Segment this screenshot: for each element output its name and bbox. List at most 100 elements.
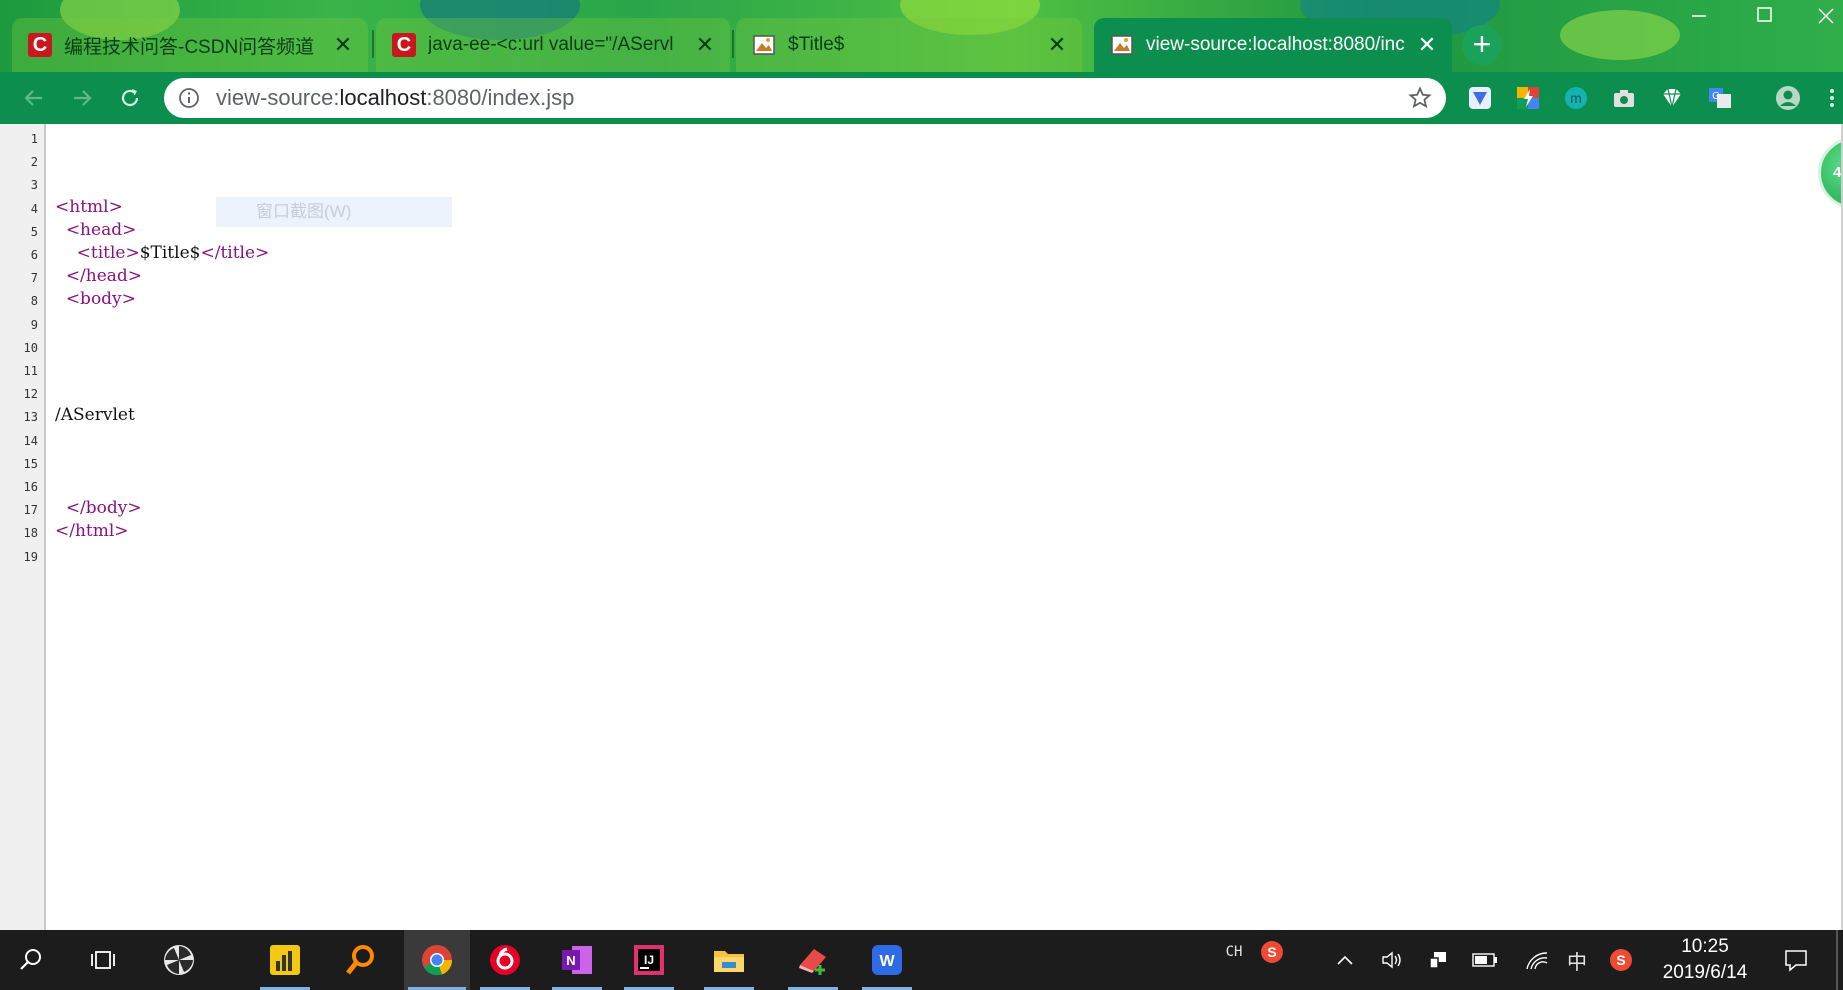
svg-text:S: S: [1616, 952, 1625, 968]
search-icon[interactable]: [2, 930, 60, 990]
floating-assistant-ball[interactable]: 46: [1818, 137, 1843, 209]
source-line: /AServlet: [55, 405, 135, 425]
bookmark-star-icon[interactable]: [1408, 86, 1432, 110]
line-number: 7: [30, 271, 38, 286]
show-desktop-button[interactable]: [1836, 930, 1838, 990]
line-number: 10: [23, 340, 38, 355]
tab-title: $Title$: [788, 34, 845, 55]
image-broken-icon: [1110, 33, 1134, 57]
forward-button[interactable]: [64, 80, 100, 116]
svg-text:N: N: [566, 953, 575, 968]
tab-java-ee[interactable]: C java-ee-<c:url value="/AServl ✕: [376, 18, 730, 72]
camera-icon[interactable]: [1610, 84, 1638, 112]
maximize-window-icon[interactable]: [1756, 6, 1774, 30]
line-number-gutter: 1 2 3 4 5 6 7 8 9 10 11 12 13 14 15 16 17 18 19: [0, 124, 46, 930]
extension-m-icon[interactable]: m: [1562, 84, 1590, 112]
extension-arrow-icon[interactable]: [1466, 84, 1494, 112]
html-tag: <title>: [76, 243, 140, 263]
search-app-icon[interactable]: [332, 930, 390, 990]
devices-icon[interactable]: [1422, 930, 1454, 990]
extension-tiles-icon[interactable]: [1514, 84, 1542, 112]
svg-text:G: G: [1712, 91, 1720, 102]
source-line: <body>: [55, 289, 136, 309]
chrome-app-icon[interactable]: [404, 930, 470, 990]
menu-icon[interactable]: [1822, 84, 1842, 112]
line-number: 6: [30, 248, 38, 262]
windows-taskbar: N IJ W CH S 中 S 10:25 2019/6/14: [0, 930, 1843, 990]
minimize-window-icon[interactable]: [1690, 4, 1708, 28]
line-number: 13: [23, 410, 38, 425]
battery-icon[interactable]: [1468, 930, 1502, 990]
close-tab-icon[interactable]: ✕: [694, 32, 716, 57]
show-hidden-icons-icon[interactable]: [1330, 930, 1360, 990]
tab-title: java-ee-<c:url value="/AServl: [428, 34, 674, 55]
source-line: </head>: [55, 266, 142, 286]
tab-title: 编程技术问答-CSDN问答频道: [64, 36, 315, 58]
tab-title-page[interactable]: $Title$ ✕: [736, 18, 1082, 72]
html-tag: </head>: [65, 266, 143, 287]
address-url[interactable]: view-source:localhost:8080/index.jsp: [216, 85, 1408, 111]
line-number: 14: [23, 433, 38, 448]
csdn-logo-icon: C: [392, 33, 416, 57]
notification-center-icon[interactable]: [1774, 930, 1818, 990]
tab-view-source[interactable]: view-source:localhost:8080/inc ✕: [1094, 18, 1452, 72]
address-bar[interactable]: view-source:localhost:8080/index.jsp: [164, 78, 1446, 118]
clock-time: 10:25: [1681, 936, 1729, 957]
svg-text:IJ: IJ: [644, 953, 654, 967]
screenshot-tooltip: 窗口截图(W): [216, 197, 452, 227]
line-number: 17: [23, 503, 38, 518]
intellij-app-icon[interactable]: IJ: [620, 930, 678, 990]
html-tag: <body>: [65, 289, 136, 310]
info-icon[interactable]: [178, 87, 200, 109]
volume-icon[interactable]: [1376, 930, 1408, 990]
tab-separator: [372, 30, 374, 58]
line-number: 3: [30, 178, 38, 193]
netease-music-icon[interactable]: [476, 930, 534, 990]
input-language-indicator[interactable]: CH: [1214, 922, 1254, 982]
html-tag: <html>: [55, 196, 123, 217]
close-tab-icon[interactable]: ✕: [332, 32, 354, 57]
csdn-logo-icon: C: [28, 33, 52, 57]
html-tag: </html>: [55, 521, 129, 542]
translate-icon[interactable]: G: [1706, 84, 1734, 112]
wps-writer-icon[interactable]: W: [858, 930, 916, 990]
browser-toolbar: view-source:localhost:8080/index.jsp m G: [0, 72, 1843, 124]
extension-gem-icon[interactable]: [1658, 84, 1686, 112]
close-tab-icon[interactable]: ✕: [1046, 32, 1068, 57]
onenote-app-icon[interactable]: N: [548, 930, 606, 990]
svg-text:S: S: [1267, 944, 1276, 960]
line-number: 16: [23, 480, 38, 494]
tab-title: view-source:localhost:8080/inc: [1146, 34, 1405, 55]
html-tag: </body>: [65, 498, 142, 519]
wifi-icon[interactable]: [1520, 930, 1554, 990]
line-number: 11: [23, 364, 38, 378]
file-explorer-icon[interactable]: [700, 930, 758, 990]
url-path: :8080/index.jsp: [426, 85, 575, 110]
profile-avatar-icon[interactable]: [1774, 84, 1802, 112]
sogou-input-icon[interactable]: S: [1256, 922, 1288, 982]
taskbar-clock[interactable]: 10:25 2019/6/14: [1640, 934, 1770, 986]
line-number: 19: [23, 549, 38, 564]
tab-csdn-qa[interactable]: C 编程技术问答-CSDN问答频道 ✕: [12, 18, 368, 72]
back-button[interactable]: [16, 80, 52, 116]
source-line: <head>: [55, 219, 137, 240]
source-line: <html>: [55, 197, 123, 217]
line-number: 9: [30, 317, 38, 332]
app-pinwheel-icon[interactable]: [150, 930, 208, 990]
url-host: localhost: [339, 85, 427, 110]
html-tag: <head>: [65, 219, 137, 240]
close-window-icon[interactable]: [1816, 6, 1836, 32]
app-eraser-icon[interactable]: [784, 930, 842, 990]
task-view-icon[interactable]: [74, 930, 132, 990]
html-tag: </title>: [200, 243, 270, 263]
line-number: 18: [23, 526, 38, 541]
powerbi-app-icon[interactable]: [256, 930, 314, 990]
sogou-tray-icon[interactable]: S: [1604, 930, 1638, 990]
reload-button[interactable]: [112, 80, 148, 116]
text-content: $Title$: [139, 243, 201, 263]
new-tab-button[interactable]: +: [1462, 25, 1502, 65]
close-tab-icon[interactable]: ✕: [1416, 32, 1438, 57]
tab-separator: [732, 30, 734, 58]
line-number: 2: [30, 155, 38, 170]
ime-mode-indicator[interactable]: 中: [1560, 930, 1594, 990]
